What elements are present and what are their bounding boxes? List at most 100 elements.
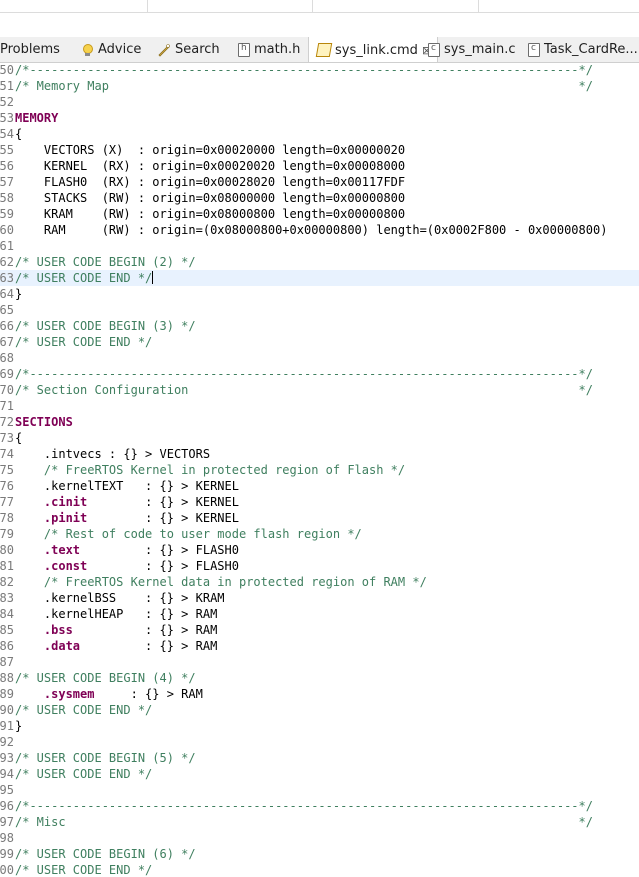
code-line[interactable]: 50/*------------------------------------…: [0, 62, 639, 78]
header-file-icon: [238, 42, 250, 57]
code-line[interactable]: 67/* USER CODE END */: [0, 334, 639, 350]
line-number: 90: [0, 703, 14, 717]
tab-problems[interactable]: Problems: [0, 37, 60, 62]
code-text: /*--------------------------------------…: [15, 799, 593, 813]
line-number: 78: [0, 511, 14, 525]
code-line[interactable]: 75 /* FreeRTOS Kernel in protected regio…: [0, 462, 639, 478]
code-line[interactable]: 97/* Misc */: [0, 814, 639, 830]
code-text: RAM (RW) : origin=(0x08000800+0x00000800…: [15, 223, 608, 237]
code-line[interactable]: 99/* USER CODE BEGIN (6) */: [0, 846, 639, 862]
code-line[interactable]: 66/* USER CODE BEGIN (3) */: [0, 318, 639, 334]
code-line[interactable]: 80 .text : {} > FLASH0: [0, 542, 639, 558]
code-line[interactable]: 84 .kernelHEAP : {} > RAM: [0, 606, 639, 622]
tab-sys-link-cmd[interactable]: sys_link.cmd ⊠: [308, 37, 439, 62]
line-number: 71: [0, 399, 14, 413]
code-line[interactable]: 74 .intvecs : {} > VECTORS: [0, 446, 639, 462]
line-number: 98: [0, 831, 14, 845]
code-text: .cinit : {} > KERNEL: [43, 495, 239, 509]
tab-math-h[interactable]: math.h: [238, 37, 300, 62]
line-number: 68: [0, 351, 14, 365]
tab-task-cardre[interactable]: Task_CardRe...: [528, 37, 638, 62]
line-number: 79: [0, 527, 14, 541]
line-number: 57: [0, 175, 14, 189]
code-text: /* FreeRTOS Kernel in protected region o…: [15, 463, 406, 477]
code-line[interactable]: 95: [0, 782, 639, 798]
code-line[interactable]: 70/* Section Configuration */: [0, 382, 639, 398]
code-line[interactable]: 88/* USER CODE BEGIN (4) */: [0, 670, 639, 686]
code-line[interactable]: 83 .kernelBSS : {} > KRAM: [0, 590, 639, 606]
code-line[interactable]: 59 KRAM (RW) : origin=0x08000800 length=…: [0, 206, 639, 222]
line-number: 74: [0, 447, 14, 461]
code-line[interactable]: 56 KERNEL (RX) : origin=0x00020020 lengt…: [0, 158, 639, 174]
line-number: 61: [0, 239, 14, 253]
code-line[interactable]: 61: [0, 238, 639, 254]
code-line[interactable]: 60 RAM (RW) : origin=(0x08000800+0x00000…: [0, 222, 639, 238]
code-text: /* USER CODE BEGIN (2) */: [15, 255, 196, 269]
code-text: FLASH0 (RX) : origin=0x00028020 length=0…: [15, 175, 406, 189]
code-text: /* Memory Map */: [15, 79, 593, 93]
code-line[interactable]: 86 .data : {} > RAM: [0, 638, 639, 654]
code-line[interactable]: 73{: [0, 430, 639, 446]
line-number: 84: [0, 607, 14, 621]
tab-advice[interactable]: Advice: [80, 37, 141, 62]
code-line[interactable]: 54{: [0, 126, 639, 142]
code-line[interactable]: 58 STACKS (RW) : origin=0x08000000 lengt…: [0, 190, 639, 206]
line-number: 97: [0, 815, 14, 829]
code-line[interactable]: 69/*------------------------------------…: [0, 366, 639, 382]
code-text: .intvecs : {} > VECTORS: [15, 447, 211, 461]
code-line[interactable]: 64}: [0, 286, 639, 302]
code-text: .bss : {} > RAM: [43, 623, 218, 637]
c-file-icon: [428, 42, 440, 57]
tab-problems-label: Problems: [0, 42, 60, 57]
code-line[interactable]: 98: [0, 830, 639, 846]
line-number: 59: [0, 207, 14, 221]
code-line[interactable]: 51/* Memory Map */: [0, 78, 639, 94]
code-line[interactable]: 87: [0, 654, 639, 670]
line-number: 70: [0, 383, 14, 397]
code-text: {: [15, 127, 23, 141]
code-line[interactable]: 52: [0, 94, 639, 110]
code-text: .data : {} > RAM: [43, 639, 218, 653]
line-number: 67: [0, 335, 14, 349]
line-number: 72: [0, 415, 14, 429]
code-line[interactable]: 81 .const : {} > FLASH0: [0, 558, 639, 574]
code-line[interactable]: 100/* USER CODE END */: [0, 862, 639, 877]
code-line[interactable]: 85 .bss : {} > RAM: [0, 622, 639, 638]
code-line[interactable]: 94/* USER CODE END */: [0, 766, 639, 782]
code-line[interactable]: 78 .pinit : {} > KERNEL: [0, 510, 639, 526]
line-number: 56: [0, 159, 14, 173]
line-number: 88: [0, 671, 14, 685]
code-line[interactable]: 76 .kernelTEXT : {} > KERNEL: [0, 478, 639, 494]
code-line[interactable]: 93/* USER CODE BEGIN (5) */: [0, 750, 639, 766]
code-line[interactable]: 79 /* Rest of code to user mode flash re…: [0, 526, 639, 542]
line-number: 75: [0, 463, 14, 477]
code-line[interactable]: 62/* USER CODE BEGIN (2) */: [0, 254, 639, 270]
code-line[interactable]: 89 .sysmem : {} > RAM: [0, 686, 639, 702]
code-line[interactable]: 77 .cinit : {} > KERNEL: [0, 494, 639, 510]
code-text: /* USER CODE END */: [15, 703, 153, 717]
code-text: /* USER CODE END */: [15, 335, 153, 349]
grid-cell: [313, 0, 479, 12]
code-line[interactable]: 71: [0, 398, 639, 414]
code-line[interactable]: 91}: [0, 718, 639, 734]
line-number: 87: [0, 655, 14, 669]
code-line[interactable]: 63/* USER CODE END */: [0, 270, 639, 286]
code-editor[interactable]: 50/*------------------------------------…: [0, 62, 639, 877]
code-line[interactable]: 90/* USER CODE END */: [0, 702, 639, 718]
code-line[interactable]: 55 VECTORS (X) : origin=0x00020000 lengt…: [0, 142, 639, 158]
code-line[interactable]: 57 FLASH0 (RX) : origin=0x00028020 lengt…: [0, 174, 639, 190]
tab-sys-main-c[interactable]: sys_main.c: [428, 37, 516, 62]
code-text: .kernelTEXT : {} > KERNEL: [15, 479, 239, 493]
code-line[interactable]: 68: [0, 350, 639, 366]
tab-search[interactable]: Search: [157, 37, 220, 62]
line-number: 95: [0, 783, 14, 797]
tab-task-cardre-label: Task_CardRe...: [544, 42, 638, 57]
code-line[interactable]: 53 MEMORY: [0, 110, 639, 126]
code-line[interactable]: 65: [0, 302, 639, 318]
code-line[interactable]: 82 /* FreeRTOS Kernel data in protected …: [0, 574, 639, 590]
code-line[interactable]: 72 SECTIONS: [0, 414, 639, 430]
code-line[interactable]: 96/*------------------------------------…: [0, 798, 639, 814]
line-number: 85: [0, 623, 14, 637]
code-line[interactable]: 92: [0, 734, 639, 750]
code-text: SECTIONS: [15, 415, 73, 429]
